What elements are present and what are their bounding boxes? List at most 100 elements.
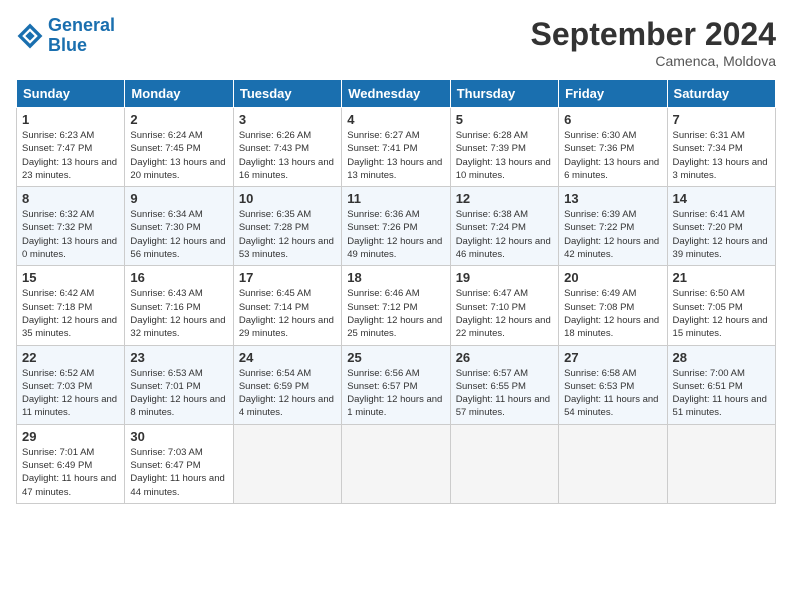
day-number: 15 [22,270,119,285]
day-info: Sunrise: 6:39 AMSunset: 7:22 PMDaylight:… [564,208,661,261]
table-cell: 25 Sunrise: 6:56 AMSunset: 6:57 PMDayligh… [342,345,450,424]
day-info: Sunrise: 7:03 AMSunset: 6:47 PMDaylight:… [130,446,227,499]
day-info: Sunrise: 6:34 AMSunset: 7:30 PMDaylight:… [130,208,227,261]
table-row: 8 Sunrise: 6:32 AMSunset: 7:32 PMDaylight… [17,187,776,266]
day-info: Sunrise: 6:36 AMSunset: 7:26 PMDaylight:… [347,208,444,261]
table-cell: 30Sunrise: 7:03 AMSunset: 6:47 PMDayligh… [125,424,233,503]
day-info: Sunrise: 6:28 AMSunset: 7:39 PMDaylight:… [456,129,553,182]
day-number: 29 [22,429,119,444]
table-cell: 15 Sunrise: 6:42 AMSunset: 7:18 PMDayligh… [17,266,125,345]
main-container: General Blue September 2024 Camenca, Mol… [0,0,792,512]
day-info: Sunrise: 6:58 AMSunset: 6:53 PMDaylight:… [564,367,661,420]
table-cell: 2 Sunrise: 6:24 AMSunset: 7:45 PMDaylight… [125,108,233,187]
day-number: 19 [456,270,553,285]
table-cell: 27 Sunrise: 6:58 AMSunset: 6:53 PMDayligh… [559,345,667,424]
table-row: 1 Sunrise: 6:23 AMSunset: 7:47 PMDaylight… [17,108,776,187]
table-cell: 29 Sunrise: 7:01 AMSunset: 6:49 PMDayligh… [17,424,125,503]
day-number: 9 [130,191,227,206]
table-cell: 23 Sunrise: 6:53 AMSunset: 7:01 PMDayligh… [125,345,233,424]
table-row: 22Sunrise: 6:52 AMSunset: 7:03 PMDayligh… [17,345,776,424]
day-info: Sunrise: 6:26 AMSunset: 7:43 PMDaylight:… [239,129,336,182]
day-number: 5 [456,112,553,127]
day-number: 6 [564,112,661,127]
day-info: Sunrise: 6:45 AMSunset: 7:14 PMDaylight:… [239,287,336,340]
day-info: Sunrise: 7:00 AMSunset: 6:51 PMDaylight:… [673,367,770,420]
day-info: Sunrise: 6:23 AMSunset: 7:47 PMDaylight:… [22,129,119,182]
day-number: 25 [347,350,444,365]
day-info: Sunrise: 6:30 AMSunset: 7:36 PMDaylight:… [564,129,661,182]
day-info: Sunrise: 6:38 AMSunset: 7:24 PMDaylight:… [456,208,553,261]
logo-text: General Blue [48,16,115,56]
day-number: 20 [564,270,661,285]
table-cell: 16 Sunrise: 6:43 AMSunset: 7:16 PMDayligh… [125,266,233,345]
table-row: 15 Sunrise: 6:42 AMSunset: 7:18 PMDayligh… [17,266,776,345]
table-cell: 13 Sunrise: 6:39 AMSunset: 7:22 PMDayligh… [559,187,667,266]
day-info: Sunrise: 6:52 AMSunset: 7:03 PMDaylight:… [22,367,119,420]
table-cell: 11 Sunrise: 6:36 AMSunset: 7:26 PMDayligh… [342,187,450,266]
table-cell [342,424,450,503]
day-info: Sunrise: 6:27 AMSunset: 7:41 PMDaylight:… [347,129,444,182]
table-cell: 7Sunrise: 6:31 AMSunset: 7:34 PMDaylight… [667,108,775,187]
table-cell: 17 Sunrise: 6:45 AMSunset: 7:14 PMDayligh… [233,266,341,345]
day-number: 2 [130,112,227,127]
table-cell: 22Sunrise: 6:52 AMSunset: 7:03 PMDayligh… [17,345,125,424]
table-cell: 9 Sunrise: 6:34 AMSunset: 7:30 PMDaylight… [125,187,233,266]
day-number: 27 [564,350,661,365]
table-cell: 21 Sunrise: 6:50 AMSunset: 7:05 PMDayligh… [667,266,775,345]
day-info: Sunrise: 6:43 AMSunset: 7:16 PMDaylight:… [130,287,227,340]
day-number: 21 [673,270,770,285]
day-number: 24 [239,350,336,365]
day-info: Sunrise: 6:41 AMSunset: 7:20 PMDaylight:… [673,208,770,261]
col-wednesday: Wednesday [342,80,450,108]
col-monday: Monday [125,80,233,108]
day-number: 1 [22,112,119,127]
day-number: 4 [347,112,444,127]
day-info: Sunrise: 6:49 AMSunset: 7:08 PMDaylight:… [564,287,661,340]
col-tuesday: Tuesday [233,80,341,108]
day-number: 14 [673,191,770,206]
day-info: Sunrise: 6:56 AMSunset: 6:57 PMDaylight:… [347,367,444,420]
day-info: Sunrise: 6:24 AMSunset: 7:45 PMDaylight:… [130,129,227,182]
table-cell: 28 Sunrise: 7:00 AMSunset: 6:51 PMDayligh… [667,345,775,424]
table-cell: 3 Sunrise: 6:26 AMSunset: 7:43 PMDaylight… [233,108,341,187]
day-info: Sunrise: 6:35 AMSunset: 7:28 PMDaylight:… [239,208,336,261]
title-area: September 2024 Camenca, Moldova [531,16,776,69]
table-cell: 6 Sunrise: 6:30 AMSunset: 7:36 PMDaylight… [559,108,667,187]
day-number: 12 [456,191,553,206]
day-info: Sunrise: 6:53 AMSunset: 7:01 PMDaylight:… [130,367,227,420]
day-number: 16 [130,270,227,285]
table-cell [667,424,775,503]
day-info: Sunrise: 6:32 AMSunset: 7:32 PMDaylight:… [22,208,119,261]
day-number: 17 [239,270,336,285]
table-cell: 18Sunrise: 6:46 AMSunset: 7:12 PMDayligh… [342,266,450,345]
day-number: 11 [347,191,444,206]
day-number: 13 [564,191,661,206]
day-info: Sunrise: 6:31 AMSunset: 7:34 PMDaylight:… [673,129,770,182]
table-cell: 1 Sunrise: 6:23 AMSunset: 7:47 PMDaylight… [17,108,125,187]
day-number: 10 [239,191,336,206]
day-number: 23 [130,350,227,365]
day-number: 8 [22,191,119,206]
table-row: 29 Sunrise: 7:01 AMSunset: 6:49 PMDayligh… [17,424,776,503]
day-info: Sunrise: 6:50 AMSunset: 7:05 PMDaylight:… [673,287,770,340]
day-info: Sunrise: 7:01 AMSunset: 6:49 PMDaylight:… [22,446,119,499]
table-cell [233,424,341,503]
header-row: Sunday Monday Tuesday Wednesday Thursday… [17,80,776,108]
col-sunday: Sunday [17,80,125,108]
table-cell: 8 Sunrise: 6:32 AMSunset: 7:32 PMDaylight… [17,187,125,266]
day-info: Sunrise: 6:54 AMSunset: 6:59 PMDaylight:… [239,367,336,420]
header: General Blue September 2024 Camenca, Mol… [16,16,776,69]
col-thursday: Thursday [450,80,558,108]
table-cell: 10 Sunrise: 6:35 AMSunset: 7:28 PMDayligh… [233,187,341,266]
day-number: 3 [239,112,336,127]
location: Camenca, Moldova [531,53,776,69]
day-number: 26 [456,350,553,365]
table-cell: 5 Sunrise: 6:28 AMSunset: 7:39 PMDaylight… [450,108,558,187]
col-friday: Friday [559,80,667,108]
month-title: September 2024 [531,16,776,53]
logo-icon [16,22,44,50]
table-cell: 12 Sunrise: 6:38 AMSunset: 7:24 PMDayligh… [450,187,558,266]
day-number: 28 [673,350,770,365]
day-info: Sunrise: 6:42 AMSunset: 7:18 PMDaylight:… [22,287,119,340]
day-number: 18 [347,270,444,285]
